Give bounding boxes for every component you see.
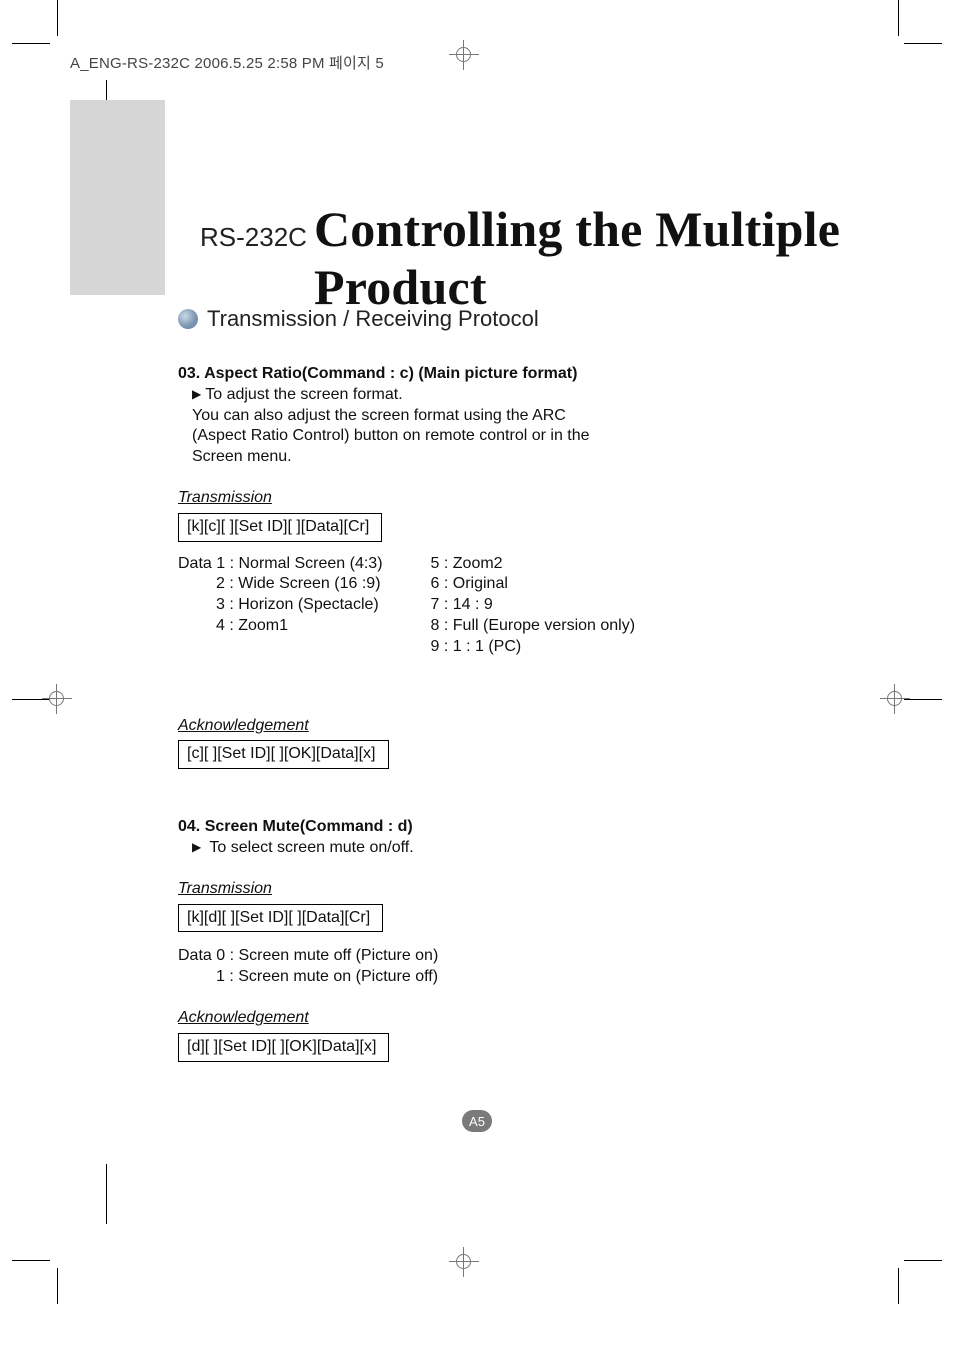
crop-mark bbox=[12, 1260, 50, 1261]
transmission-label: Transmission bbox=[178, 488, 818, 509]
data-option: 3 : Horizon (Spectacle) bbox=[216, 596, 379, 613]
data-option: 2 : Wide Screen (16 :9) bbox=[216, 575, 381, 592]
print-header: A_ENG-RS-232C 2006.5.25 2:58 PM 페이지 5 bbox=[70, 52, 384, 73]
registration-mark bbox=[449, 40, 479, 70]
grey-spine-block bbox=[70, 100, 165, 295]
crop-mark bbox=[106, 1164, 107, 1224]
crop-mark bbox=[57, 1268, 58, 1304]
desc-text: To adjust the screen format. bbox=[205, 386, 402, 403]
crop-mark bbox=[904, 43, 942, 44]
desc-text: You can also adjust the screen format us… bbox=[192, 406, 592, 468]
data-option: 6 : Original bbox=[431, 574, 636, 595]
page-number: A5 bbox=[462, 1110, 492, 1132]
page-title: Controlling the Multiple Product bbox=[314, 200, 954, 316]
data-option: 1 : Screen mute on (Picture off) bbox=[178, 967, 818, 988]
data-word: Data bbox=[178, 555, 212, 572]
command-heading: 04. Screen Mute(Command : d) bbox=[178, 817, 818, 838]
ack-code: [c][ ][Set ID][ ][OK][Data][x] bbox=[178, 740, 389, 769]
data-option: 7 : 14 : 9 bbox=[431, 595, 636, 616]
transmission-code: [k][d][ ][Set ID][ ][Data][Cr] bbox=[178, 904, 383, 933]
crop-mark bbox=[12, 43, 50, 44]
ack-label: Acknowledgement bbox=[178, 1008, 818, 1029]
crop-mark bbox=[898, 1268, 899, 1304]
section-heading: Transmission / Receiving Protocol bbox=[207, 306, 539, 332]
crop-mark bbox=[904, 1260, 942, 1261]
crop-mark bbox=[898, 0, 899, 36]
ack-label: Acknowledgement bbox=[178, 716, 818, 737]
content-body: 03. Aspect Ratio(Command : c) (Main pict… bbox=[178, 358, 818, 1062]
data-option: 8 : Full (Europe version only) bbox=[431, 616, 636, 637]
command-heading: 03. Aspect Ratio(Command : c) (Main pict… bbox=[178, 364, 818, 385]
data-table: Data 1 : Normal Screen (4:3) 2 : Wide Sc… bbox=[178, 554, 818, 658]
title-prefix: RS-232C bbox=[200, 222, 307, 253]
desc-text: To select screen mute on/off. bbox=[209, 839, 413, 856]
data-option: 9 : 1 : 1 (PC) bbox=[431, 637, 636, 658]
command-description: ▶To adjust the screen format. bbox=[192, 385, 818, 406]
data-word: Data bbox=[178, 947, 212, 964]
transmission-label: Transmission bbox=[178, 879, 818, 900]
ack-code: [d][ ][Set ID][ ][OK][Data][x] bbox=[178, 1033, 389, 1062]
bullet-icon bbox=[178, 309, 198, 329]
registration-mark bbox=[42, 684, 72, 714]
data-option: 1 : Normal Screen (4:3) bbox=[216, 555, 382, 572]
data-option: 5 : Zoom2 bbox=[431, 554, 636, 575]
data-option: 4 : Zoom1 bbox=[216, 617, 288, 634]
crop-mark bbox=[57, 0, 58, 36]
registration-mark bbox=[449, 1247, 479, 1277]
manual-page: A_ENG-RS-232C 2006.5.25 2:58 PM 페이지 5 RS… bbox=[0, 0, 954, 1351]
data-option: Data 0 : Screen mute off (Picture on) bbox=[178, 946, 818, 967]
command-description: ▶ To select screen mute on/off. bbox=[192, 838, 818, 859]
registration-mark bbox=[880, 684, 910, 714]
transmission-code: [k][c][ ][Set ID][ ][Data][Cr] bbox=[178, 513, 382, 542]
